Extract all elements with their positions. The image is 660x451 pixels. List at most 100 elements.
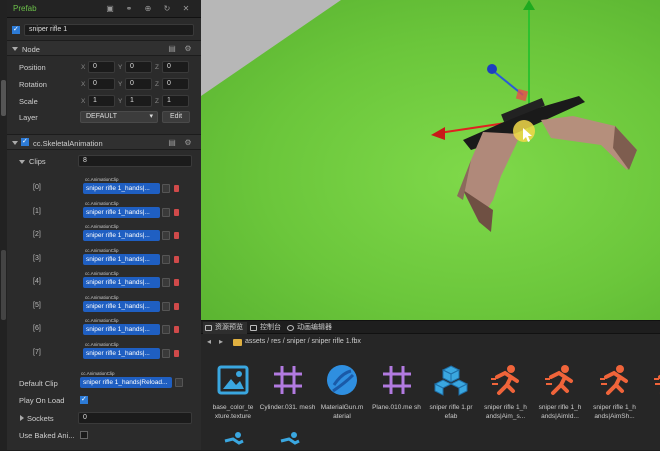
asset-picker-icon[interactable] [162, 231, 170, 240]
scene-sky-background [201, 0, 341, 96]
asset-picker-icon[interactable] [162, 301, 170, 311]
locate-icon[interactable]: ⊕ [141, 2, 155, 15]
asset-name: Cylinder.031. mesh [259, 404, 316, 411]
rotation-y-input[interactable]: 0 [125, 78, 152, 90]
breadcrumb: ◂ ▸ assets / res / sniper / sniper rifle… [201, 335, 660, 349]
asset-item[interactable]: Cylinder.031. mesh [260, 363, 316, 412]
asset-picker-icon[interactable] [162, 278, 170, 287]
collapse-arrow-icon[interactable] [12, 141, 18, 145]
hands-model[interactable] [457, 116, 637, 232]
delete-icon[interactable] [174, 255, 179, 263]
use-baked-label: Use Baked Ani... [19, 431, 75, 440]
clip-field[interactable]: sniper rifle 1_hands|... [83, 300, 160, 312]
asset-picker-icon[interactable] [162, 207, 170, 217]
asset-picker-icon[interactable] [175, 378, 183, 387]
delete-icon[interactable] [174, 302, 179, 310]
layer-select[interactable]: DEFAULT ▾ [80, 111, 158, 123]
console-icon [250, 325, 257, 331]
node-section-header[interactable]: Node ▤ ⚙ [7, 40, 201, 56]
gizmo-z-handle-icon[interactable] [487, 64, 497, 74]
run-icon [532, 363, 588, 399]
clip-field[interactable]: sniper rifle 1_hands|... [83, 347, 160, 359]
layer-edit-button[interactable]: Edit [162, 111, 190, 123]
gizmo-y-arrow-icon[interactable] [523, 0, 535, 10]
run-icon[interactable] [275, 431, 305, 451]
delete-icon[interactable] [174, 279, 179, 286]
skeletal-enabled-checkbox[interactable] [21, 137, 29, 146]
clip-type: cc.AnimationClip [85, 247, 119, 253]
skeletal-animation-header[interactable]: cc.SkeletalAnimation ▤ ⚙ [7, 134, 201, 150]
asset-item[interactable]: Plane.010.me sh [369, 363, 425, 412]
delete-icon[interactable] [174, 232, 179, 239]
delete-icon[interactable] [174, 326, 179, 333]
delete-icon[interactable] [174, 349, 179, 357]
breadcrumb-path[interactable]: assets / res / sniper / sniper rifle 1.f… [245, 338, 361, 345]
sockets-count-input[interactable]: 0 [78, 412, 192, 424]
rotation-row: Rotation X 0 Y 0 Z 0 [7, 77, 201, 92]
rotation-z-input[interactable]: 0 [162, 78, 189, 90]
clip-field[interactable]: sniper rifle 1_hands|... [83, 277, 160, 288]
clip-field[interactable]: sniper rifle 1_hands|... [83, 324, 160, 335]
asset-item[interactable]: sniper rifle 1.pr efab [423, 363, 479, 421]
book-icon[interactable]: ▤ [165, 42, 179, 55]
node-name-row: sniper rifle 1 [7, 23, 201, 38]
sockets-expand-icon[interactable] [20, 415, 24, 421]
scale-y-input[interactable]: 1 [125, 95, 152, 107]
delete-icon[interactable] [174, 185, 179, 192]
tab-asset-preview[interactable]: 资源预览 [203, 322, 247, 334]
position-label: Position [19, 63, 46, 72]
asset-picker-icon[interactable] [162, 348, 170, 358]
clip-field[interactable]: sniper rifle 1_hands|... [83, 230, 160, 241]
save-icon[interactable]: ▣ [103, 2, 117, 15]
delete-icon[interactable] [174, 208, 179, 216]
gear-icon[interactable]: ⚙ [181, 136, 195, 149]
asset-item[interactable]: base_color_te xture.texture [205, 363, 261, 421]
clips-expand-icon[interactable] [19, 160, 25, 164]
gizmo-x-arrow-icon[interactable] [431, 127, 445, 140]
clip-type: cc.AnimationClip [85, 294, 119, 300]
node-active-checkbox[interactable] [12, 25, 20, 34]
asset-picker-icon[interactable] [162, 325, 170, 334]
default-clip-field[interactable]: sniper rifle 1_hands|Reload... [80, 377, 172, 388]
book-icon[interactable]: ▤ [165, 136, 179, 149]
node-name-input[interactable]: sniper rifle 1 [24, 24, 194, 36]
position-x-input[interactable]: 0 [88, 61, 115, 73]
clip-field[interactable]: sniper rifle 1_hands|... [83, 206, 160, 218]
link-icon[interactable]: ⚭ [122, 2, 136, 15]
back-arrow-icon[interactable]: ◂ [207, 337, 211, 346]
tab-animation-editor[interactable]: 动画编辑器 [285, 322, 335, 334]
run-icon[interactable] [219, 431, 249, 451]
close-icon[interactable]: ✕ [179, 2, 193, 15]
clips-count-input[interactable]: 8 [78, 155, 192, 167]
play-on-load-checkbox[interactable] [80, 395, 88, 404]
position-y-input[interactable]: 0 [125, 61, 152, 73]
forward-arrow-icon[interactable]: ▸ [219, 337, 223, 346]
clip-row: [0] cc.AnimationClip sniper rifle 1_hands|… [7, 177, 201, 194]
gear-icon[interactable]: ⚙ [181, 42, 195, 55]
asset-picker-icon[interactable] [162, 184, 170, 193]
scene-viewport[interactable] [201, 0, 660, 320]
scene-canvas[interactable] [201, 0, 660, 320]
layer-row: Layer DEFAULT ▾ Edit [7, 110, 201, 125]
use-baked-checkbox[interactable] [80, 431, 88, 439]
asset-item[interactable]: sniper rifle 1_h ands|AimId... [532, 363, 588, 421]
clip-field[interactable]: sniper rifle 1_hands|... [83, 253, 160, 265]
inspector-scrollbar[interactable] [0, 0, 7, 450]
asset-picker-icon[interactable] [162, 254, 170, 264]
asset-item[interactable]: sniper rifle 1_h ands|Aim_s... [478, 363, 534, 421]
asset-name: MaterialGun.m aterial [320, 404, 364, 420]
asset-item[interactable]: sniper rifle 1_h ands|AimSh... [587, 363, 643, 421]
asset-item[interactable]: sni [641, 363, 660, 412]
tab-console[interactable]: 控制台 [248, 322, 284, 334]
refresh-icon[interactable]: ↻ [160, 2, 174, 15]
scale-z-input[interactable]: 1 [162, 95, 189, 107]
skeletal-section-title: cc.SkeletalAnimation [33, 139, 103, 148]
collapse-arrow-icon[interactable] [12, 47, 18, 51]
scrollbar-thumb[interactable] [1, 80, 6, 116]
rotation-x-input[interactable]: 0 [88, 78, 115, 90]
clip-field[interactable]: sniper rifle 1_hands|... [83, 183, 160, 194]
asset-item[interactable]: MaterialGun.m aterial [314, 363, 370, 421]
scrollbar-thumb-secondary[interactable] [1, 250, 6, 320]
scale-x-input[interactable]: 1 [88, 95, 115, 107]
position-z-input[interactable]: 0 [162, 61, 189, 73]
